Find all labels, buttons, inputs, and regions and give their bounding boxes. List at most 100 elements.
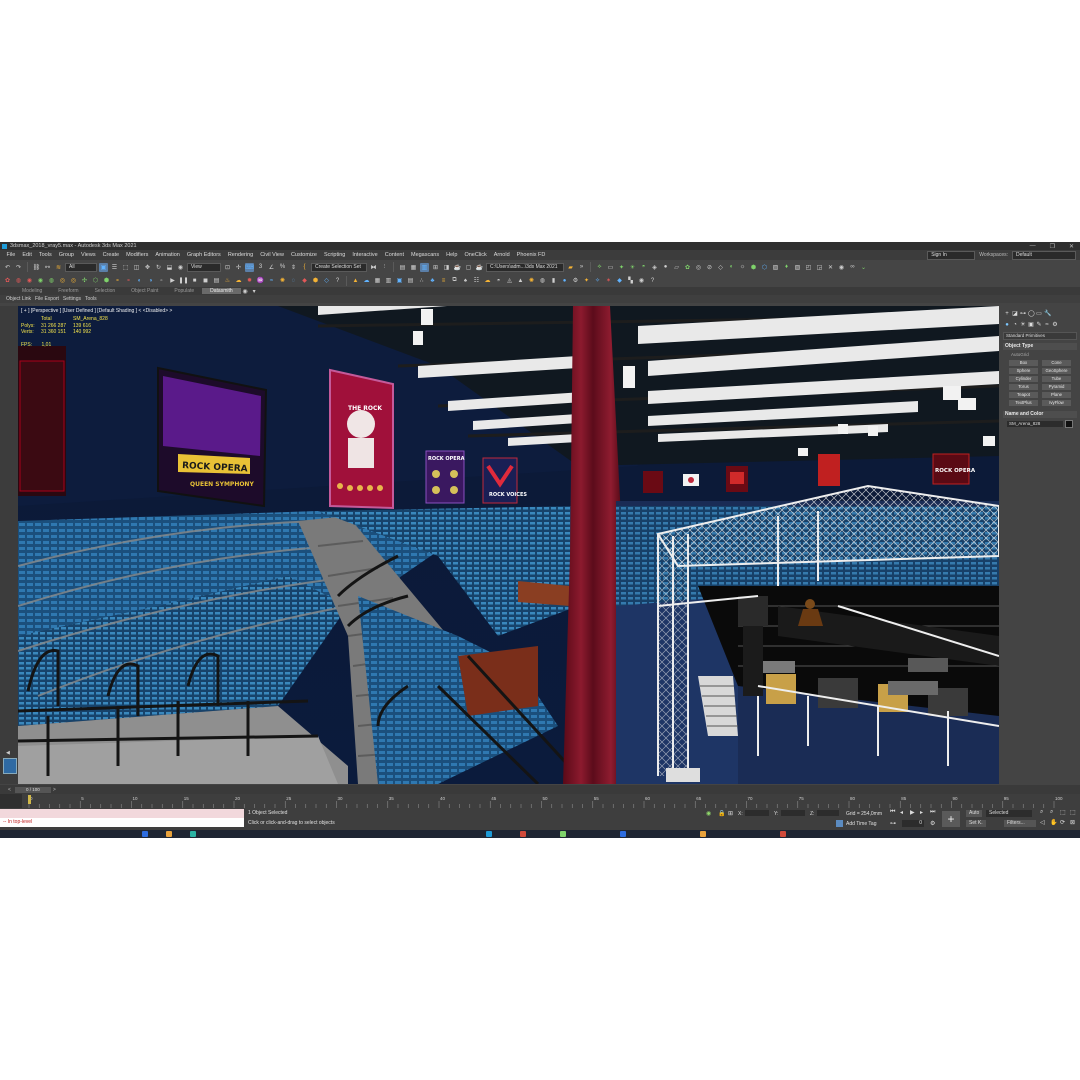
selection-filter-dropdown[interactable]: All bbox=[65, 262, 97, 272]
object-color-swatch[interactable] bbox=[1065, 420, 1073, 428]
checker-icon[interactable]: ▚ bbox=[626, 276, 635, 285]
vray-cam-icon[interactable]: ◐ bbox=[727, 263, 736, 272]
file-export-button[interactable]: File Export bbox=[35, 296, 59, 302]
box-button[interactable]: Box bbox=[1009, 360, 1038, 366]
eye-icon[interactable]: ◉ bbox=[837, 263, 846, 272]
tab-modeling[interactable]: Modeling bbox=[14, 288, 50, 294]
help-icon[interactable]: ? bbox=[333, 276, 342, 285]
vray-clipper-icon[interactable]: ⊘ bbox=[705, 263, 714, 272]
simulator-icon[interactable]: ⬢ bbox=[311, 276, 320, 285]
blue-sphere-icon[interactable]: ● bbox=[560, 276, 569, 285]
orange-tool-3-icon[interactable]: ⚬ bbox=[113, 276, 122, 285]
red-tool-4-icon[interactable]: ⚬ bbox=[124, 276, 133, 285]
taskbar-app-1-icon[interactable] bbox=[142, 831, 148, 837]
cameras-icon[interactable]: ▣ bbox=[1028, 322, 1034, 328]
pan-icon[interactable]: ✋ bbox=[1050, 819, 1057, 826]
workspaces-dropdown[interactable]: Default bbox=[1012, 250, 1076, 260]
select-manipulate-icon[interactable]: ✢ bbox=[234, 263, 243, 272]
maximize-button[interactable]: ❐ bbox=[1050, 243, 1055, 250]
ocean-icon[interactable]: ≈ bbox=[267, 276, 276, 285]
foam-icon[interactable]: ◌ bbox=[289, 276, 298, 285]
menu-create[interactable]: Create bbox=[99, 252, 123, 258]
layers-icon[interactable]: ▤ bbox=[406, 276, 415, 285]
menu-scripting[interactable]: Scripting bbox=[320, 252, 348, 258]
menu-content[interactable]: Content bbox=[381, 252, 407, 258]
particles-icon[interactable]: ✺ bbox=[278, 276, 287, 285]
textplus-button[interactable]: TextPlus bbox=[1009, 400, 1038, 406]
render-production-icon[interactable]: ☕ bbox=[475, 263, 484, 272]
geometry-icon[interactable]: ● bbox=[1004, 322, 1010, 328]
vray-ies-icon[interactable]: ☼ bbox=[738, 263, 747, 272]
add-time-tag[interactable]: Add Time Tag bbox=[846, 821, 876, 827]
chevron-down-green-icon[interactable]: ⌄ bbox=[859, 263, 868, 272]
create-tab-icon[interactable]: + bbox=[1004, 311, 1010, 317]
explosion-icon[interactable]: ✹ bbox=[245, 276, 254, 285]
viewport-layout-tab[interactable] bbox=[3, 758, 17, 774]
material-editor-icon[interactable]: ◨ bbox=[442, 263, 451, 272]
red-tool-1-icon[interactable]: ✿ bbox=[3, 276, 12, 285]
help2-icon[interactable]: ? bbox=[648, 276, 657, 285]
cylinder-icon[interactable]: ▮ bbox=[549, 276, 558, 285]
zoom-all-icon[interactable]: ⌕ bbox=[1050, 809, 1053, 816]
taskbar-app-2-icon[interactable] bbox=[166, 831, 172, 837]
key-mode-icon[interactable]: ⊶ bbox=[890, 820, 896, 827]
mesh-icon[interactable]: ◇ bbox=[322, 276, 331, 285]
isolate-icon[interactable]: ◉ bbox=[706, 810, 711, 817]
scatter-icon[interactable]: ∴ bbox=[417, 276, 426, 285]
next-frame-icon[interactable]: ▸ bbox=[920, 809, 923, 816]
red-star-icon[interactable]: ✶ bbox=[604, 276, 613, 285]
blue-star-icon[interactable]: ✧ bbox=[593, 276, 602, 285]
object-link-button[interactable]: Object Link bbox=[6, 296, 31, 302]
zoom-icon[interactable]: ⌕ bbox=[1040, 809, 1043, 816]
field-of-view-icon[interactable]: ◁ bbox=[1040, 819, 1045, 826]
vray-lister-icon[interactable]: ▧ bbox=[793, 263, 802, 272]
align-icon[interactable]: ⫶ bbox=[380, 263, 389, 272]
undo-icon[interactable]: ↶ bbox=[3, 263, 12, 272]
layer-explorer-icon[interactable]: ▤ bbox=[398, 263, 407, 272]
object-type-title[interactable]: Object Type bbox=[1003, 343, 1077, 350]
taskbar-app-8-icon[interactable] bbox=[780, 831, 786, 837]
reference-coordinate-dropdown[interactable]: View bbox=[187, 262, 221, 272]
bind-spacewarp-icon[interactable]: ≋ bbox=[54, 263, 63, 272]
object-name-field[interactable]: SM_Arena_828 bbox=[1007, 421, 1063, 427]
utilities-tab-icon[interactable]: 🔧 bbox=[1044, 311, 1051, 317]
source-icon[interactable]: ◆ bbox=[300, 276, 309, 285]
grid-icon[interactable]: ▦ bbox=[373, 276, 382, 285]
project-path-dropdown[interactable]: C:\Users\adm...\3ds Max 2021 bbox=[486, 262, 564, 272]
menu-phoenix-fd[interactable]: Phoenix FD bbox=[513, 252, 549, 258]
tree-icon[interactable]: ♠ bbox=[461, 276, 470, 285]
name-and-color-title[interactable]: Name and Color bbox=[1003, 411, 1077, 418]
viewport-layout-arrow-icon[interactable]: ◀ bbox=[6, 750, 12, 756]
red-tool-3-icon[interactable]: ◉ bbox=[25, 276, 34, 285]
select-by-name-icon[interactable]: ☰ bbox=[110, 263, 119, 272]
smoke-icon[interactable]: ☁ bbox=[234, 276, 243, 285]
taskbar-app-6-icon[interactable] bbox=[620, 831, 626, 837]
bars-icon[interactable]: ▤ bbox=[212, 276, 221, 285]
curve-editor-icon[interactable]: ▥ bbox=[420, 262, 429, 272]
blue-tool-2-icon[interactable]: ◑ bbox=[146, 276, 155, 285]
toggle-ribbon-icon[interactable]: ▦ bbox=[409, 263, 418, 272]
tab-populate[interactable]: Populate bbox=[166, 288, 202, 294]
red-tool-2-icon[interactable]: ◍ bbox=[14, 276, 23, 285]
redo-icon[interactable]: ↷ bbox=[14, 263, 23, 272]
shapes-icon[interactable]: ◔ bbox=[1012, 322, 1018, 328]
vray-mesh-icon[interactable]: ⬡ bbox=[760, 263, 769, 272]
railclone-icon[interactable]: ≡ bbox=[439, 276, 448, 285]
select-scale-icon[interactable]: ⬓ bbox=[165, 263, 174, 272]
minimize-button[interactable]: — bbox=[1030, 243, 1036, 250]
teapot-button[interactable]: Teapot bbox=[1009, 392, 1038, 398]
tube-button[interactable]: Tube bbox=[1042, 376, 1071, 382]
terrain-icon[interactable]: ▲ bbox=[351, 276, 360, 285]
go-to-end-icon[interactable]: ⏭ bbox=[930, 809, 935, 816]
menu-edit[interactable]: Edit bbox=[19, 252, 35, 258]
orange-tool-2-icon[interactable]: ◎ bbox=[69, 276, 78, 285]
cylinder-button[interactable]: Cylinder bbox=[1009, 376, 1038, 382]
folder-icon[interactable]: ▰ bbox=[566, 263, 575, 272]
keyboard-shortcut-override-icon[interactable]: ⌨ bbox=[245, 262, 254, 272]
menu-oneclick[interactable]: OneClick bbox=[461, 252, 490, 258]
vray-proxy-icon[interactable]: ◈ bbox=[650, 263, 659, 272]
play-icon[interactable]: ▶ bbox=[168, 276, 177, 285]
slider-next-icon[interactable]: > bbox=[53, 787, 56, 793]
fire-icon[interactable]: ♨ bbox=[223, 276, 232, 285]
set-key-button[interactable]: Set K. bbox=[966, 820, 986, 827]
